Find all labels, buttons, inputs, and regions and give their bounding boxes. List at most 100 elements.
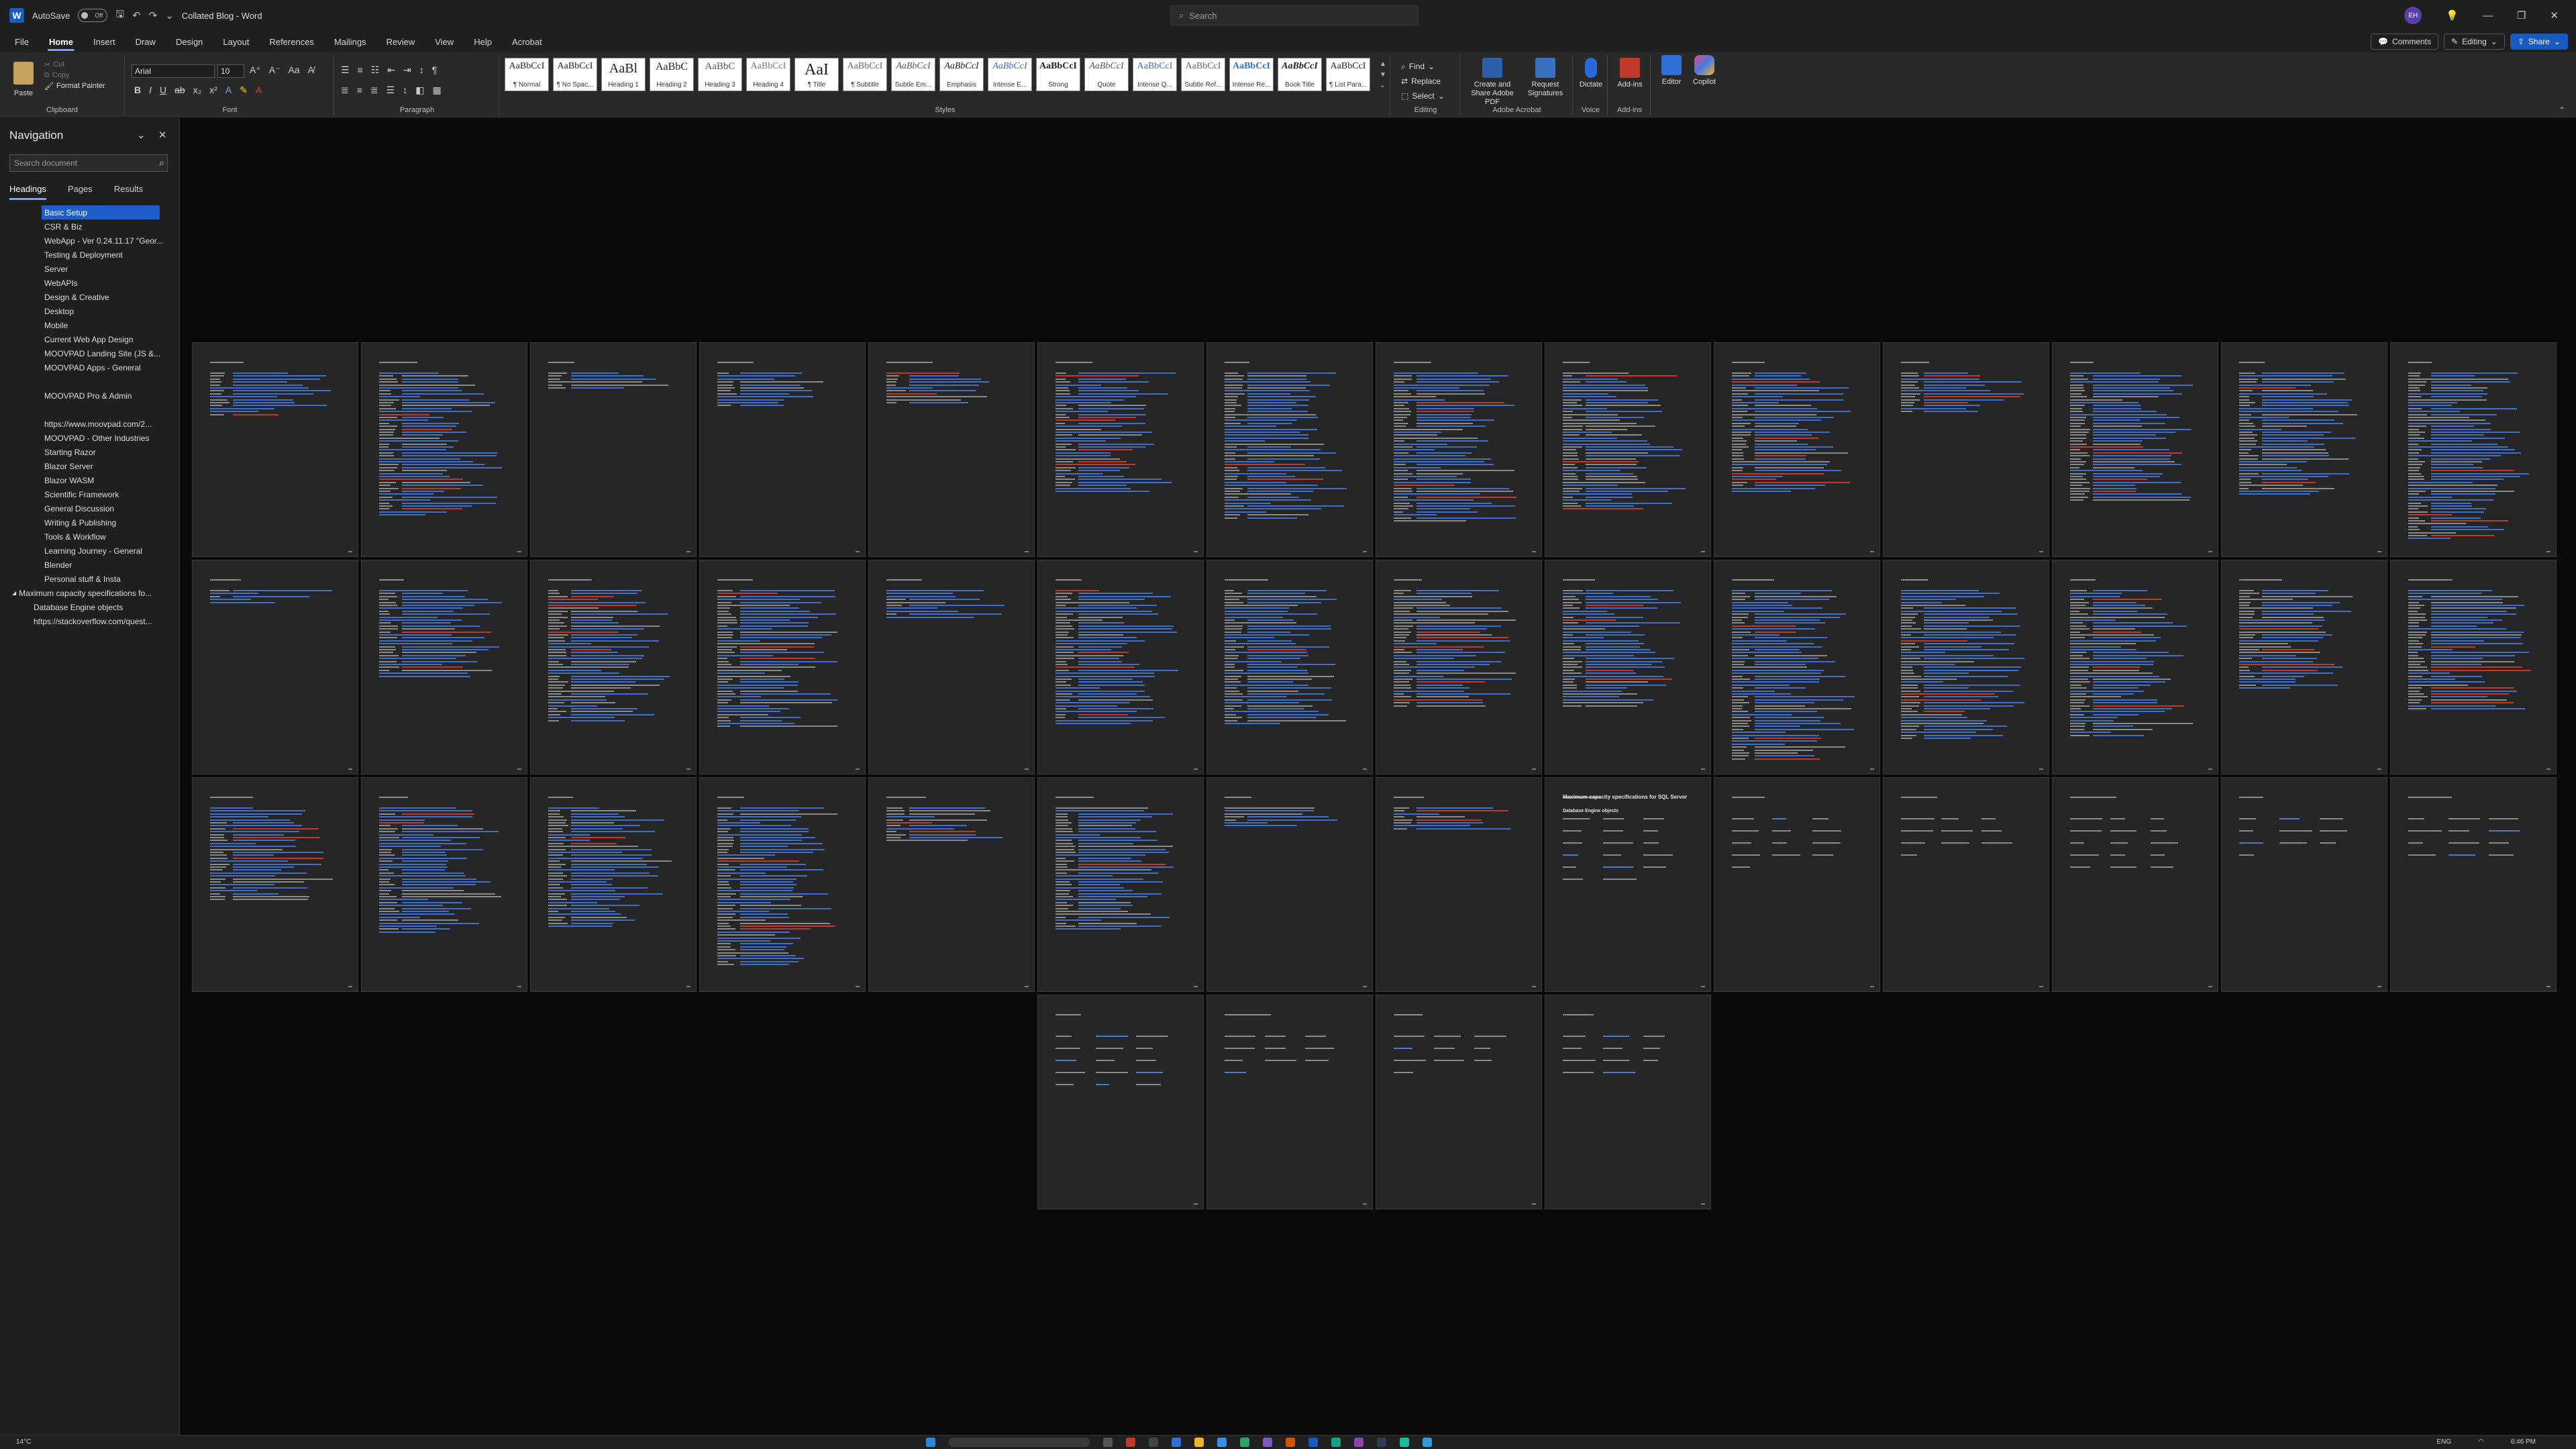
subscript-icon[interactable]: x₂ bbox=[193, 85, 201, 96]
redo-icon[interactable]: ↷ bbox=[149, 9, 158, 21]
page-thumbnail[interactable] bbox=[2221, 777, 2387, 992]
create-pdf-button[interactable]: Create and Share Adobe PDF bbox=[1465, 58, 1519, 107]
page-thumbnail[interactable] bbox=[1545, 342, 1711, 557]
nav-heading-item[interactable]: Desktop bbox=[0, 304, 180, 318]
page-thumbnail[interactable] bbox=[868, 560, 1035, 775]
style-10[interactable]: AaBbCcI Intense E... bbox=[988, 58, 1032, 91]
nav-heading-item[interactable]: Current Web App Design bbox=[0, 332, 180, 346]
clear-format-icon[interactable]: A̸ bbox=[308, 64, 314, 76]
page-thumbnail[interactable] bbox=[1206, 560, 1373, 775]
tab-mailings[interactable]: Mailings bbox=[333, 33, 368, 51]
app-icon[interactable] bbox=[1240, 1438, 1249, 1447]
nav-heading-item[interactable]: MOOVPAD Landing Site (JS &... bbox=[0, 346, 180, 360]
style-0[interactable]: AaBbCcI ¶ Normal bbox=[505, 58, 549, 91]
style-5[interactable]: AaBbCcI Heading 4 bbox=[746, 58, 790, 91]
share-button[interactable]: ⇪ Share ⌄ bbox=[2510, 34, 2568, 50]
style-14[interactable]: AaBbCcI Subtle Ref... bbox=[1181, 58, 1225, 91]
style-16[interactable]: AaBbCcI Book Title bbox=[1278, 58, 1322, 91]
multi-page-view[interactable]: Maximum capacity specifications for SQL … bbox=[181, 118, 2576, 1435]
request-signatures-button[interactable]: Request Signatures bbox=[1521, 58, 1570, 98]
format-painter-button[interactable]: 🖌 Format Painter bbox=[44, 81, 105, 91]
app-icon[interactable] bbox=[1331, 1438, 1341, 1447]
page-thumbnail[interactable] bbox=[361, 560, 527, 775]
tab-help[interactable]: Help bbox=[472, 33, 493, 51]
nav-heading-item[interactable]: ◢ Maximum capacity specifications fo... bbox=[0, 586, 180, 600]
style-11[interactable]: AaBbCcI Strong bbox=[1036, 58, 1080, 91]
page-thumbnail[interactable] bbox=[2221, 342, 2387, 557]
page-thumbnail[interactable] bbox=[530, 560, 697, 775]
nav-heading-item[interactable]: https://stackoverflow.com/quest... bbox=[0, 614, 180, 628]
nav-heading-item[interactable]: Testing & Deployment bbox=[0, 248, 180, 262]
page-thumbnail[interactable] bbox=[1376, 777, 1542, 992]
line-spacing-icon[interactable]: ↕ bbox=[403, 85, 407, 96]
page-thumbnail[interactable] bbox=[699, 777, 866, 992]
weather-widget[interactable]: 14°C bbox=[16, 1438, 31, 1446]
tab-home[interactable]: Home bbox=[47, 33, 75, 51]
nav-heading-item[interactable]: Design & Creative bbox=[0, 290, 180, 304]
tab-review[interactable]: Review bbox=[385, 33, 417, 51]
paste-button[interactable]: Paste bbox=[13, 62, 34, 99]
nav-heading-item[interactable]: Basic Setup bbox=[42, 205, 160, 219]
nav-heading-item[interactable]: Personal stuff & Insta bbox=[0, 572, 180, 586]
nav-heading-item[interactable] bbox=[0, 403, 180, 417]
strike-icon[interactable]: ab bbox=[174, 85, 185, 96]
page-thumbnail[interactable] bbox=[192, 342, 358, 557]
page-thumbnail[interactable]: Maximum capacity specifications for SQL … bbox=[1545, 777, 1711, 992]
page-thumbnail[interactable] bbox=[530, 777, 697, 992]
page-thumbnail[interactable] bbox=[1037, 777, 1204, 992]
italic-icon[interactable]: I bbox=[149, 85, 152, 96]
style-13[interactable]: AaBbCcI Intense Q... bbox=[1133, 58, 1177, 91]
page-thumbnail[interactable] bbox=[361, 777, 527, 992]
style-2[interactable]: AaBl Heading 1 bbox=[601, 58, 646, 91]
highlight-icon[interactable]: ✎ bbox=[240, 85, 248, 96]
cut-button[interactable]: ✂ Cut bbox=[44, 59, 105, 70]
page-thumbnail[interactable] bbox=[1037, 995, 1204, 1209]
page-thumbnail[interactable] bbox=[2052, 342, 2218, 557]
restore-icon[interactable]: ❐ bbox=[2517, 9, 2526, 21]
expand-triangle-icon[interactable]: ◢ bbox=[12, 590, 16, 596]
minimize-icon[interactable]: — bbox=[2483, 10, 2493, 21]
search-box[interactable]: ⌕ Search bbox=[1170, 5, 1419, 26]
word-taskbar-icon[interactable] bbox=[1308, 1438, 1318, 1447]
numbering-icon[interactable]: ≡ bbox=[358, 64, 363, 76]
editing-mode-button[interactable]: ✎ Editing ⌄ bbox=[2444, 34, 2505, 50]
align-left-icon[interactable]: ≣ bbox=[341, 85, 349, 96]
page-thumbnail[interactable] bbox=[2052, 777, 2218, 992]
style-12[interactable]: AaBbCcI Quote bbox=[1084, 58, 1129, 91]
page-thumbnail[interactable] bbox=[192, 777, 358, 992]
collapse-ribbon-icon[interactable]: ⌃ bbox=[2559, 105, 2565, 115]
text-effects-icon[interactable]: A bbox=[225, 85, 231, 96]
start-icon[interactable] bbox=[926, 1438, 935, 1447]
tab-acrobat[interactable]: Acrobat bbox=[511, 33, 544, 51]
language-indicator[interactable]: ENG bbox=[2436, 1438, 2451, 1446]
nav-heading-item[interactable]: Learning Journey - General bbox=[0, 544, 180, 558]
page-thumbnail[interactable] bbox=[1545, 995, 1711, 1209]
page-thumbnail[interactable] bbox=[1883, 560, 2049, 775]
nav-heading-item[interactable]: Tools & Workflow bbox=[0, 530, 180, 544]
comments-button[interactable]: 💬 Comments bbox=[2371, 34, 2439, 50]
nav-search-input[interactable]: Search document ⌕ bbox=[9, 154, 168, 172]
autosave-toggle[interactable]: Off bbox=[78, 9, 108, 22]
style-1[interactable]: AaBbCcI ¶ No Spac... bbox=[553, 58, 597, 91]
page-thumbnail[interactable] bbox=[2390, 342, 2557, 557]
user-avatar[interactable]: EH bbox=[2404, 7, 2422, 24]
page-thumbnail[interactable] bbox=[868, 342, 1035, 557]
nav-heading-item[interactable]: Mobile bbox=[0, 318, 180, 332]
justify-icon[interactable]: ☰ bbox=[387, 85, 395, 96]
nav-heading-item[interactable]: MOOVPAD - Other Industries bbox=[0, 431, 180, 445]
nav-heading-item[interactable]: Blender bbox=[0, 558, 180, 572]
close-icon[interactable]: ✕ bbox=[158, 129, 167, 141]
tab-view[interactable]: View bbox=[433, 33, 455, 51]
underline-icon[interactable]: U bbox=[160, 85, 166, 96]
show-marks-icon[interactable]: ¶ bbox=[432, 64, 437, 76]
style-17[interactable]: AaBbCcI ¶ List Para... bbox=[1326, 58, 1370, 91]
nav-heading-item[interactable]: General Discussion bbox=[0, 501, 180, 515]
page-thumbnail[interactable] bbox=[1883, 777, 2049, 992]
page-thumbnail[interactable] bbox=[1037, 342, 1204, 557]
app-icon[interactable] bbox=[1172, 1438, 1181, 1447]
app-icon[interactable] bbox=[1263, 1438, 1272, 1447]
close-icon[interactable]: ✕ bbox=[2550, 9, 2559, 21]
chevron-down-icon[interactable]: ⌄ bbox=[137, 129, 146, 141]
nav-heading-item[interactable]: Blazor WASM bbox=[0, 473, 180, 487]
app-icon[interactable] bbox=[1423, 1438, 1432, 1447]
